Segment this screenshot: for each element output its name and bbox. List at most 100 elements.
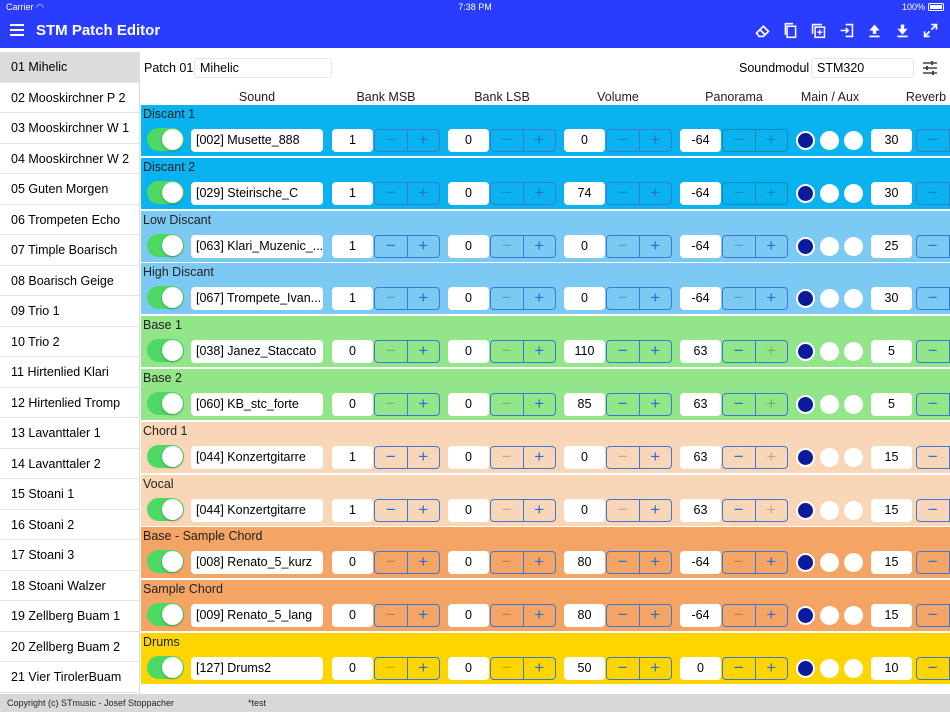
panorama-stepper[interactable]: − + <box>722 551 788 575</box>
patch-list-item[interactable]: 13 Lavanttaler 1 <box>0 418 139 449</box>
output-aux2-radio[interactable] <box>844 447 863 467</box>
decrement-button[interactable]: − <box>491 288 524 310</box>
bank-lsb-stepper[interactable]: − + <box>490 181 556 205</box>
bank-lsb-stepper[interactable]: − + <box>490 129 556 152</box>
reverb-value[interactable]: 10 <box>871 657 912 680</box>
patch-list-item[interactable]: 09 Trio 1 <box>0 296 139 327</box>
bank-lsb-stepper[interactable]: − + <box>490 498 556 522</box>
decrement-button[interactable]: − <box>491 658 524 679</box>
volume-stepper[interactable]: − + <box>606 234 672 258</box>
bank-lsb-stepper[interactable]: − + <box>490 551 556 575</box>
increment-button[interactable]: + <box>524 183 556 204</box>
increment-button[interactable]: + <box>756 552 788 573</box>
increment-button[interactable]: + <box>524 130 556 151</box>
bank-lsb-stepper[interactable]: − + <box>490 445 556 469</box>
decrement-button[interactable]: − <box>607 499 640 521</box>
volume-value[interactable]: 0 <box>564 287 605 311</box>
increment-button[interactable]: + <box>408 552 440 573</box>
output-aux2-radio[interactable] <box>844 131 863 150</box>
decrement-button[interactable]: − <box>491 499 524 521</box>
part-enable-switch[interactable] <box>147 444 184 468</box>
output-aux2-radio[interactable] <box>844 395 863 414</box>
increment-button[interactable]: + <box>756 447 788 468</box>
bank-msb-value[interactable]: 1 <box>332 181 373 205</box>
volume-value[interactable]: 80 <box>564 604 605 628</box>
bank-lsb-value[interactable]: 0 <box>448 287 489 311</box>
bank-lsb-value[interactable]: 0 <box>448 393 489 416</box>
output-aux2-radio[interactable] <box>844 236 863 256</box>
panorama-stepper[interactable]: − + <box>722 234 788 258</box>
output-aux1-radio[interactable] <box>820 447 839 467</box>
bank-msb-value[interactable]: 0 <box>332 551 373 575</box>
output-aux2-radio[interactable] <box>844 183 863 203</box>
increment-button[interactable]: + <box>408 658 440 679</box>
decrement-button[interactable]: − <box>607 182 640 204</box>
increment-button[interactable]: + <box>640 552 672 573</box>
increment-button[interactable]: + <box>756 183 788 204</box>
decrement-button[interactable]: − <box>375 288 408 310</box>
bank-msb-value[interactable]: 1 <box>332 234 373 258</box>
reverb-value[interactable]: 30 <box>871 287 912 311</box>
decrement-button[interactable]: − <box>723 552 756 574</box>
output-main-radio[interactable] <box>796 395 815 414</box>
increment-button[interactable]: + <box>524 341 556 362</box>
bank-lsb-value[interactable]: 0 <box>448 340 489 364</box>
sound-selector[interactable]: [029] Steirische_C <box>191 181 323 205</box>
patch-list-item[interactable]: 04 Mooskirchner W 2 <box>0 144 139 174</box>
decrement-button[interactable]: − <box>723 130 756 151</box>
reverb-stepper[interactable]: −+ <box>916 287 950 311</box>
decrement-button[interactable]: − <box>375 605 408 627</box>
bank-msb-value[interactable]: 0 <box>332 393 373 416</box>
increment-button[interactable]: + <box>524 288 556 309</box>
panorama-stepper[interactable]: − + <box>722 287 788 311</box>
output-aux2-radio[interactable] <box>844 289 863 309</box>
increment-button[interactable]: + <box>756 500 788 521</box>
increment-button[interactable]: + <box>756 658 788 679</box>
reverb-value[interactable]: 15 <box>871 445 912 469</box>
bank-msb-stepper[interactable]: − + <box>374 445 440 469</box>
increment-button[interactable]: + <box>640 605 672 626</box>
reverb-stepper[interactable]: −+ <box>916 129 950 152</box>
panorama-stepper[interactable]: − + <box>722 393 788 416</box>
bank-msb-stepper[interactable]: − + <box>374 129 440 152</box>
output-main-radio[interactable] <box>796 342 815 362</box>
bank-msb-value[interactable]: 1 <box>332 287 373 311</box>
decrement-button[interactable]: − <box>607 552 640 574</box>
increment-button[interactable]: + <box>524 658 556 679</box>
panorama-value[interactable]: -64 <box>680 129 721 152</box>
panorama-value[interactable]: 63 <box>680 340 721 364</box>
increment-button[interactable]: + <box>640 394 672 415</box>
bank-lsb-stepper[interactable]: − + <box>490 234 556 258</box>
output-main-radio[interactable] <box>796 659 815 678</box>
decrement-button[interactable]: − <box>375 394 408 415</box>
output-aux1-radio[interactable] <box>820 395 839 414</box>
decrement-button[interactable]: − <box>491 605 524 627</box>
reverb-value[interactable]: 25 <box>871 234 912 258</box>
increment-button[interactable]: + <box>756 130 788 151</box>
panorama-stepper[interactable]: − + <box>722 340 788 364</box>
volume-value[interactable]: 50 <box>564 657 605 680</box>
decrement-button[interactable]: − <box>607 605 640 627</box>
decrement-button[interactable]: − <box>917 341 950 363</box>
reverb-value[interactable]: 30 <box>871 181 912 205</box>
panorama-stepper[interactable]: − + <box>722 657 788 680</box>
part-enable-switch[interactable] <box>147 233 184 257</box>
panorama-value[interactable]: 63 <box>680 445 721 469</box>
decrement-button[interactable]: − <box>491 446 524 468</box>
decrement-button[interactable]: − <box>491 130 524 151</box>
decrement-button[interactable]: − <box>491 552 524 574</box>
settings-sliders-icon[interactable] <box>922 60 938 76</box>
bank-msb-stepper[interactable]: − + <box>374 287 440 311</box>
increment-button[interactable]: + <box>640 236 672 257</box>
sound-selector[interactable]: [008] Renato_5_kurz <box>191 551 323 575</box>
decrement-button[interactable]: − <box>917 394 950 415</box>
output-aux2-radio[interactable] <box>844 659 863 678</box>
sound-selector[interactable]: [127] Drums2 <box>191 657 323 680</box>
panorama-value[interactable]: -64 <box>680 181 721 205</box>
patch-list-item[interactable]: 17 Stoani 3 <box>0 540 139 571</box>
patch-list-item[interactable]: 14 Lavanttaler 2 <box>0 449 139 479</box>
output-aux1-radio[interactable] <box>820 183 839 203</box>
increment-button[interactable]: + <box>408 447 440 468</box>
decrement-button[interactable]: − <box>723 288 756 310</box>
output-aux1-radio[interactable] <box>820 659 839 678</box>
